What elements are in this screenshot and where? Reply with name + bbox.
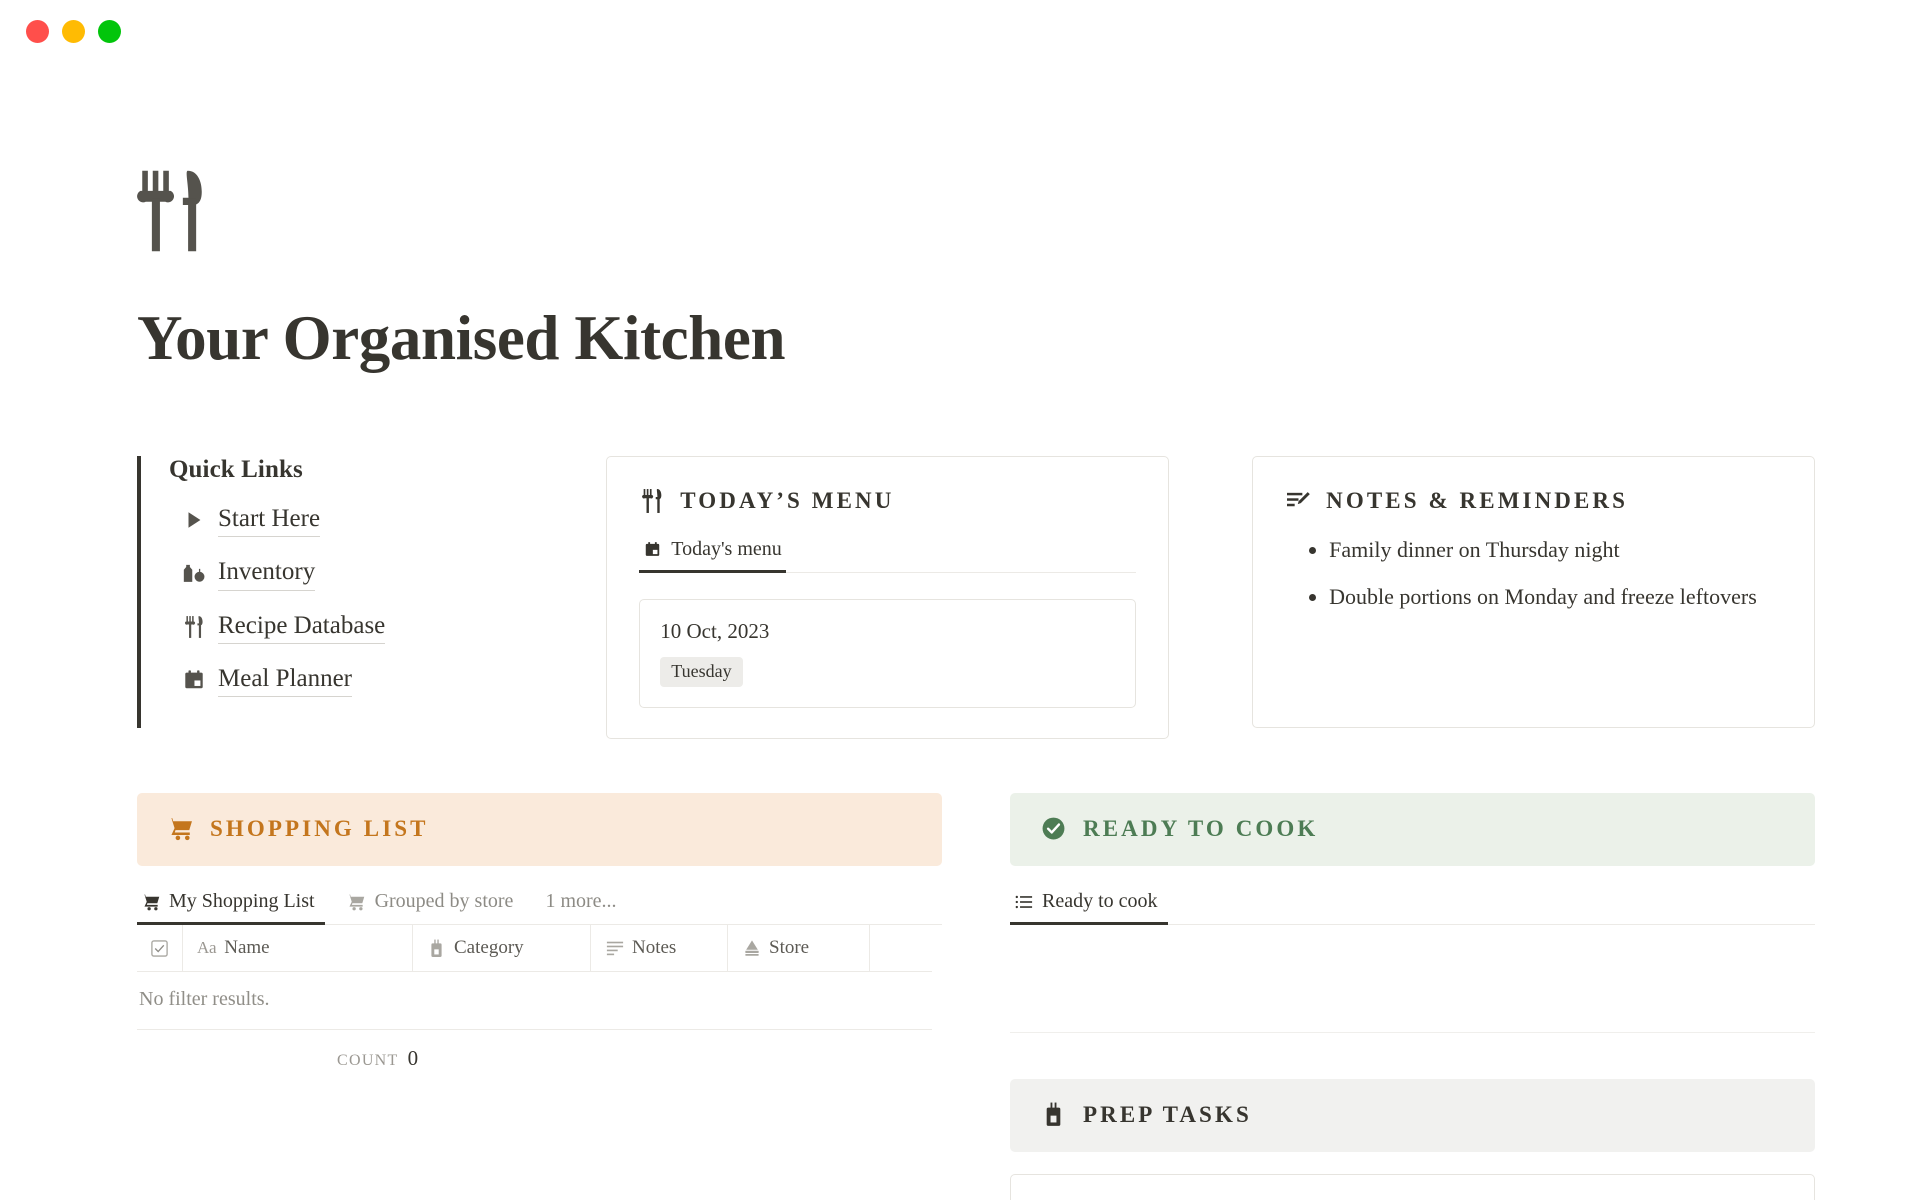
todays-menu-tabstrip: Today's menu <box>639 538 1137 574</box>
ready-to-cook-tabstrip: Ready to cook <box>1010 890 1815 926</box>
notes-reminders-header: NOTES & REMINDERS <box>1285 487 1782 514</box>
shopping-list-tabstrip: My Shopping List Grouped by store 1 more… <box>137 890 942 926</box>
store-icon <box>742 939 761 958</box>
count-value: 0 <box>407 1046 419 1071</box>
tab-my-shopping-list[interactable]: My Shopping List <box>137 890 325 926</box>
prep-tasks-banner: PREP TASKS <box>1010 1079 1815 1153</box>
fork-knife-icon <box>181 614 207 640</box>
column-header-name[interactable]: Aa Name <box>183 924 413 972</box>
window-close-button[interactable] <box>26 19 49 43</box>
table-header-row: Aa Name Category Notes Store <box>137 924 932 973</box>
tag-icon <box>427 939 446 958</box>
page-title: Your Organised Kitchen <box>137 303 786 373</box>
column-label: Category <box>454 937 524 959</box>
column-header-spacer <box>870 925 932 972</box>
count-label: COUNT <box>337 1052 399 1070</box>
todays-menu-card: TODAY’S MENU Today's menu 10 Oct, 2023 T… <box>606 456 1170 740</box>
menu-entry-card[interactable]: 10 Oct, 2023 Tuesday <box>639 599 1137 709</box>
tab-ready-to-cook[interactable]: Ready to cook <box>1010 890 1168 926</box>
notes-reminders-card: NOTES & REMINDERS Family dinner on Thurs… <box>1252 456 1815 729</box>
shopping-list-table: Aa Name Category Notes Store No filter r… <box>137 924 932 1071</box>
note-edit-icon <box>1285 487 1312 514</box>
notes-reminders-list: Family dinner on Thursday night Double p… <box>1285 532 1782 614</box>
check-circle-icon <box>1040 815 1067 842</box>
quick-link-label: Recipe Database <box>218 610 386 644</box>
text-lines-icon <box>605 939 624 958</box>
table-empty-message: No filter results. <box>137 972 932 1031</box>
table-count-row: COUNT 0 <box>137 1030 932 1071</box>
carton-apple-icon <box>181 561 207 587</box>
quick-link-label: Inventory <box>218 556 316 591</box>
prep-tasks-title: PREP TASKS <box>1083 1101 1252 1127</box>
column-header-store[interactable]: Store <box>728 924 870 972</box>
select-all-checkbox[interactable] <box>137 924 183 972</box>
fork-knife-icon <box>137 167 207 255</box>
quick-link-label: Meal Planner <box>218 663 352 698</box>
column-header-category[interactable]: Category <box>413 924 591 972</box>
shopping-list-banner: SHOPPING LIST <box>137 793 942 867</box>
page-root: Your Organised Kitchen Quick Links Start… <box>0 167 1920 1200</box>
page-content: Your Organised Kitchen Quick Links Start… <box>0 167 1920 1200</box>
todays-menu-title: TODAY’S MENU <box>680 487 895 513</box>
menu-entry-date: 10 Oct, 2023 <box>660 619 770 644</box>
text-aa-icon: Aa <box>197 938 217 958</box>
tag-icon <box>1040 1101 1067 1128</box>
tab-grouped-by-store[interactable]: Grouped by store <box>343 890 524 925</box>
todays-menu-header: TODAY’S MENU <box>639 487 1136 514</box>
column-label: Notes <box>632 937 677 959</box>
quick-link-label: Start Here <box>218 503 321 538</box>
column-label: Name <box>224 937 270 959</box>
ready-to-cook-empty-body <box>1010 925 1815 1034</box>
databases-row: SHOPPING LIST My Shopping List Grouped b… <box>137 793 1815 1200</box>
fork-knife-icon <box>639 487 666 514</box>
column-label: Store <box>769 937 810 959</box>
sidebar-item-recipe-database[interactable]: Recipe Database <box>169 610 568 644</box>
shopping-cart-icon <box>141 892 160 911</box>
shopping-list-title: SHOPPING LIST <box>210 815 429 841</box>
window-maximize-button[interactable] <box>98 19 121 43</box>
window-minimize-button[interactable] <box>62 19 85 43</box>
overview-row: Quick Links Start Here Inventory Recipe … <box>137 456 1815 740</box>
bullet-list-icon <box>1014 892 1033 911</box>
right-column: READY TO COOK Ready to cook PREP TASKS <box>1010 793 1815 1200</box>
quick-links-title: Quick Links <box>169 456 303 484</box>
window-titlebar <box>0 0 1920 62</box>
ready-to-cook-banner: READY TO COOK <box>1010 793 1815 867</box>
tab-more[interactable]: 1 more... <box>541 890 626 925</box>
menu-entry-day-badge: Tuesday <box>660 657 743 688</box>
shopping-cart-icon <box>347 892 366 911</box>
sidebar-item-meal-planner[interactable]: Meal Planner <box>169 663 568 698</box>
quick-links-panel: Quick Links Start Here Inventory Recipe … <box>137 456 568 729</box>
prep-tasks-card: Things I need to prepare for meals this … <box>1010 1174 1815 1200</box>
tab-label: Ready to cook <box>1042 890 1158 913</box>
tab-label: My Shopping List <box>169 890 315 913</box>
play-triangle-icon <box>181 507 207 533</box>
tab-label: Grouped by store <box>374 890 514 913</box>
calendar-icon <box>181 667 207 693</box>
ready-to-cook-title: READY TO COOK <box>1083 815 1319 841</box>
list-item: Family dinner on Thursday night <box>1329 532 1782 568</box>
tab-label: 1 more... <box>545 890 617 913</box>
list-item: Double portions on Monday and freeze lef… <box>1329 579 1782 615</box>
tab-label: Today's menu <box>671 538 782 561</box>
calendar-icon <box>643 540 662 559</box>
tab-todays-menu[interactable]: Today's menu <box>639 538 786 574</box>
sidebar-item-inventory[interactable]: Inventory <box>169 556 568 591</box>
shopping-cart-icon <box>167 815 194 842</box>
column-header-notes[interactable]: Notes <box>591 924 728 972</box>
shopping-list-section: SHOPPING LIST My Shopping List Grouped b… <box>137 793 942 1071</box>
sidebar-item-start-here[interactable]: Start Here <box>169 503 568 538</box>
notes-reminders-title: NOTES & REMINDERS <box>1326 487 1629 513</box>
